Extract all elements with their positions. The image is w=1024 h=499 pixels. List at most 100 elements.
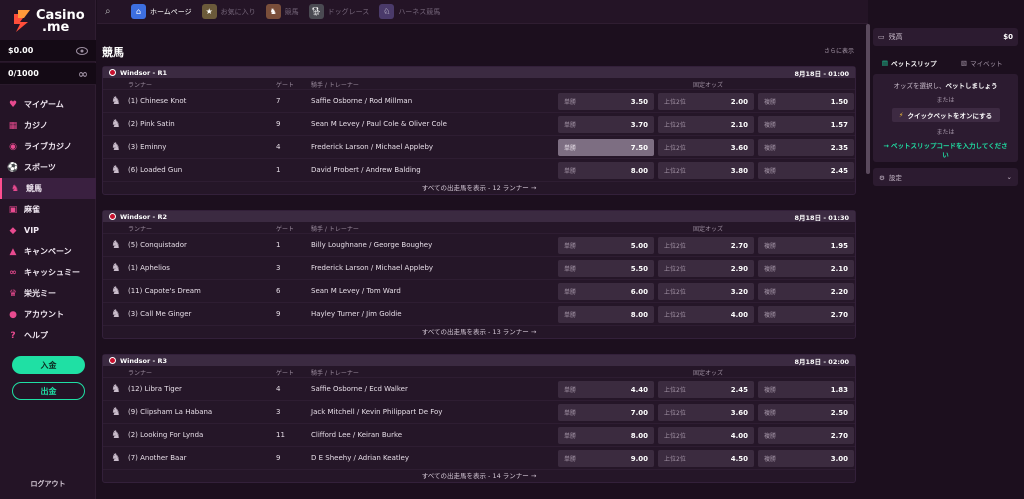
odds-top2-button[interactable]: 上位2位 2.90 [658,260,754,277]
odds-label: 複勝 [764,410,777,417]
show-all-runners-link[interactable]: すべての出走馬を表示 - 14 ランナー → [103,469,855,482]
odds-top2-button[interactable]: 上位2位 3.60 [658,404,754,421]
odds-place-button[interactable]: 複勝 1.50 [758,93,854,110]
odds-win-button[interactable]: 単勝 3.70 [558,116,654,133]
race-header[interactable]: Windsor - R3 8月18日 - 02:00 [103,355,855,366]
runner-jockey: Frederick Larson / Michael Appleby [311,143,434,151]
odds-win-button[interactable]: 単勝 8.00 [558,306,654,323]
tab-favorites[interactable]: ★ お気に入り [201,4,256,19]
runner-jockey: Sean M Levey / Paul Cole & Oliver Cole [311,120,447,128]
my-bets-icon: ▧ [960,59,968,67]
odds-win-button[interactable]: 単勝 7.00 [558,404,654,421]
odds-win-button[interactable]: 単勝 6.00 [558,283,654,300]
scrollbar[interactable] [866,24,870,174]
col-gate: ゲート [276,370,295,377]
odds-top2-button[interactable]: 上位2位 3.60 [658,139,754,156]
tab-horse-racing[interactable]: ♞ 競馬 [265,4,299,19]
tab-my-bets[interactable]: ▧ マイベット [946,56,1019,70]
nav-item-mahjong[interactable]: ▣ 麻雀 [0,199,96,220]
tab-label: ベットスリップ [891,60,937,68]
odds-win-button[interactable]: 単勝 5.00 [558,237,654,254]
tab-dog-racing[interactable]: 🐕︎ ドッグレース [308,4,369,19]
ball-icon: ⚽ [7,162,19,173]
odds-value: 2.45 [830,166,848,175]
runner-name: (1) Aphelios [128,264,170,272]
odds-place-button[interactable]: 複勝 2.70 [758,427,854,444]
wallet-icon: ▭ [878,33,885,41]
nav-item-horse-racing[interactable]: ♞ 競馬 [0,178,96,199]
odds-value: 4.40 [630,385,648,394]
odds-label: 上位2位 [664,99,686,106]
tab-home[interactable]: ⌂ ホームページ [131,4,192,19]
odds-value: 2.35 [830,143,848,152]
col-runner: ランナー [128,226,153,233]
odds-win-button[interactable]: 単勝 9.00 [558,450,654,467]
cash-balance[interactable]: $0.00 [0,40,96,62]
bet-panel: ▭ 残高 $0 ▤ ベットスリップ ▧ マイベット オッズを選択し、ベットしましょう … [873,28,1018,186]
odds-place-button[interactable]: 複勝 1.83 [758,381,854,398]
odds-place-button[interactable]: 複勝 2.20 [758,283,854,300]
odds-top2-button[interactable]: 上位2位 3.80 [658,162,754,179]
show-more-link[interactable]: さらに表示 [824,46,854,55]
odds-place-button[interactable]: 複勝 2.45 [758,162,854,179]
odds-top2-button[interactable]: 上位2位 2.70 [658,237,754,254]
odds-place-button[interactable]: 複勝 3.00 [758,450,854,467]
runner-gate: 3 [276,408,281,416]
tab-bet-slip[interactable]: ▤ ベットスリップ [873,56,946,70]
settings-collapsible[interactable]: ⚙ 設定 ⌄ [873,168,1018,186]
odds-top2-button[interactable]: 上位2位 3.20 [658,283,754,300]
show-all-runners-link[interactable]: すべての出走馬を表示 - 13 ランナー → [103,325,855,338]
runner-row: ♞ (2) Looking For Lynda 11 Clifford Lee / K… [103,423,855,446]
odds-top2-button[interactable]: 上位2位 2.10 [658,116,754,133]
col-runner: ランナー [128,370,153,377]
nav-item-my-games[interactable]: ♥ マイゲーム [0,94,96,115]
odds-win-button[interactable]: 単勝 7.50 [558,139,654,156]
odds-place-button[interactable]: 複勝 2.10 [758,260,854,277]
withdraw-button[interactable]: 出金 [12,382,85,400]
logout-link[interactable]: ログアウト [0,479,96,489]
odds-top2-button[interactable]: 上位2位 4.00 [658,427,754,444]
or-text: または [936,129,955,136]
odds-top2-button[interactable]: 上位2位 2.00 [658,93,754,110]
nav-label: キャンペーン [24,247,72,256]
odds-value: 8.00 [630,431,648,440]
odds-win-button[interactable]: 単勝 8.00 [558,427,654,444]
odds-win-button[interactable]: 単勝 4.40 [558,381,654,398]
nav-item-sports[interactable]: ⚽ スポーツ [0,157,96,178]
search-icon[interactable]: ⌕ [105,6,117,18]
horse-icon: ♞ [111,451,121,464]
odds-top2-button[interactable]: 上位2位 4.50 [658,450,754,467]
nav-item-glory[interactable]: ♛ 栄光ミー [0,283,96,304]
nav-item-casino[interactable]: ▦ カジノ [0,115,96,136]
deposit-button[interactable]: 入金 [12,356,85,374]
race-header[interactable]: Windsor - R2 8月18日 - 01:30 [103,211,855,222]
odds-place-button[interactable]: 複勝 1.57 [758,116,854,133]
logo[interactable]: Casino .me [12,8,92,38]
nav-item-campaign[interactable]: ▲ キャンペーン [0,241,96,262]
quick-bet-button[interactable]: ⚡ クイックベットをオンにする [891,108,1000,122]
odds-top2-button[interactable]: 上位2位 2.45 [658,381,754,398]
nav-item-account[interactable]: ● アカウント [0,304,96,325]
odds-label: 単勝 [564,145,577,152]
eye-icon[interactable] [76,46,88,55]
odds-place-button[interactable]: 複勝 1.95 [758,237,854,254]
odds-place-button[interactable]: 複勝 2.50 [758,404,854,421]
odds-label: 単勝 [564,99,577,106]
runner-row: ♞ (5) Conquistador 1 Billy Loughnane / Geor… [103,233,855,256]
nav-item-live-casino[interactable]: ◉ ライブカジノ [0,136,96,157]
odds-place-button[interactable]: 複勝 2.70 [758,306,854,323]
enter-code-link[interactable]: → ベットスリップコードを入力してください [873,142,1018,160]
odds-top2-button[interactable]: 上位2位 4.00 [658,306,754,323]
odds-win-button[interactable]: 単勝 8.00 [558,162,654,179]
nav-item-cashme[interactable]: ∞ キャッシュミー [0,262,96,283]
show-all-runners-link[interactable]: すべての出走馬を表示 - 12 ランナー → [103,181,855,194]
points-balance[interactable]: 0/1000 ∞ [0,63,96,85]
odds-win-button[interactable]: 単勝 5.50 [558,260,654,277]
tab-harness-racing[interactable]: ♘ ハーネス競馬 [379,4,440,19]
runner-name: (5) Conquistador [128,241,187,249]
nav-item-vip[interactable]: ◆ VIP [0,220,96,241]
odds-win-button[interactable]: 単勝 3.50 [558,93,654,110]
nav-item-help[interactable]: ? ヘルプ [0,325,96,346]
race-header[interactable]: Windsor - R1 8月18日 - 01:00 [103,67,855,78]
odds-place-button[interactable]: 複勝 2.35 [758,139,854,156]
